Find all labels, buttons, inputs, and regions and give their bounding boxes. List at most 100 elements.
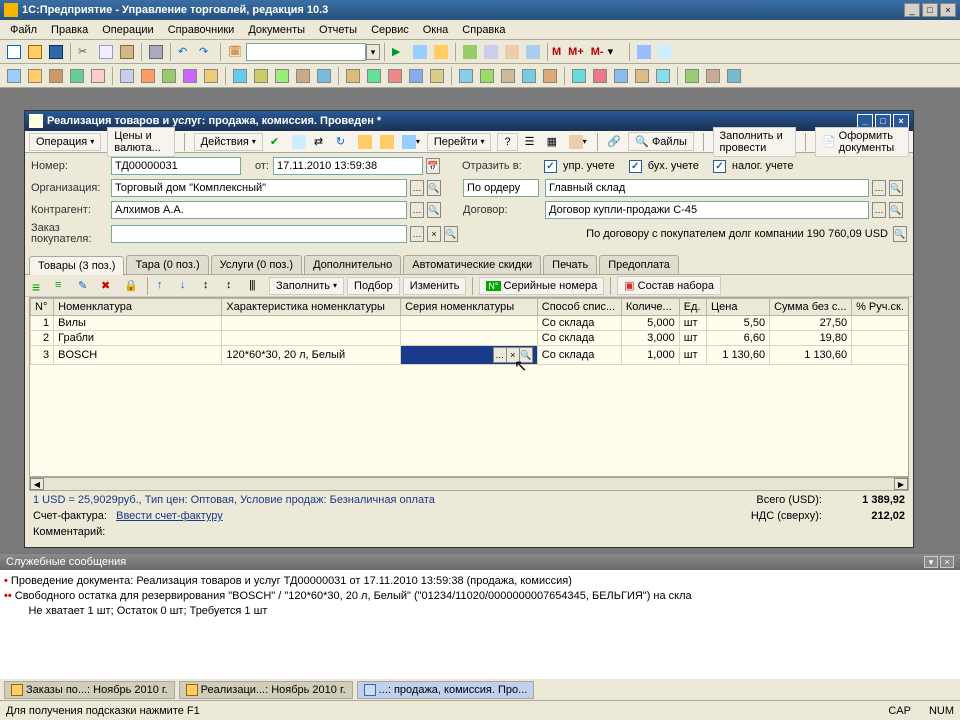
tool6-icon[interactable]: [481, 42, 501, 62]
bo-search-icon[interactable]: 🔍: [444, 226, 458, 242]
format-documents-button[interactable]: 📄Оформить документы: [815, 127, 909, 157]
m-plus[interactable]: М+: [568, 46, 584, 58]
buyer-order-field[interactable]: [111, 225, 407, 243]
serial-button[interactable]: N°Серийные номера: [479, 277, 604, 295]
tab-discounts[interactable]: Автоматические скидки: [403, 255, 541, 274]
price-cell[interactable]: 6,60: [707, 331, 770, 346]
tool2-11-icon[interactable]: [251, 66, 271, 86]
tool2-16-icon[interactable]: [364, 66, 384, 86]
down-icon[interactable]: ↓: [177, 276, 197, 296]
report-icon[interactable]: [357, 132, 373, 152]
tab-additional[interactable]: Дополнительно: [304, 255, 401, 274]
print-icon[interactable]: [146, 42, 166, 62]
tool2-4-icon[interactable]: [88, 66, 108, 86]
tool2-2-icon[interactable]: [46, 66, 66, 86]
calc-icon[interactable]: [410, 42, 430, 62]
list-icon[interactable]: ☰: [524, 132, 540, 152]
sort2-icon[interactable]: ↕: [223, 276, 243, 296]
run-icon[interactable]: ▶: [389, 42, 409, 62]
checkbox-mgmt[interactable]: ✓: [544, 160, 557, 173]
task-document[interactable]: ...: продажа, комиссия. Про...: [357, 681, 535, 699]
messages-body[interactable]: Проведение документа: Реализация товаров…: [0, 570, 960, 678]
tab-print[interactable]: Печать: [543, 255, 597, 274]
m-minus[interactable]: М-: [591, 46, 604, 58]
method-cell[interactable]: Со склада: [537, 331, 621, 346]
series-clear-icon[interactable]: ×: [506, 347, 520, 363]
tool2-9-icon[interactable]: [201, 66, 221, 86]
checkbox-acct[interactable]: ✓: [629, 160, 642, 173]
pick-button[interactable]: Подбор: [347, 277, 400, 295]
calendar-icon[interactable]: [431, 42, 451, 62]
tool2-14-icon[interactable]: [314, 66, 334, 86]
tool2-25-icon[interactable]: [569, 66, 589, 86]
grid-icon[interactable]: ▦: [546, 132, 562, 152]
nav-icon[interactable]: ⇄: [313, 132, 329, 152]
tool2-22-icon[interactable]: [498, 66, 518, 86]
prices-currency-button[interactable]: Цены и валюта...: [107, 127, 175, 157]
tab-goods[interactable]: Товары (3 поз.): [29, 256, 124, 275]
tab-tare[interactable]: Тара (0 поз.): [126, 255, 208, 274]
tool2-21-icon[interactable]: [477, 66, 497, 86]
find-icon[interactable]: 🗓: [225, 42, 245, 62]
menu-service[interactable]: Сервис: [365, 22, 415, 38]
menu-reports[interactable]: Отчеты: [313, 22, 363, 38]
series-select-icon[interactable]: …: [493, 347, 507, 363]
method-cell[interactable]: Со склада: [537, 346, 621, 365]
nomenclature-cell[interactable]: BOSCH: [54, 346, 222, 365]
tool2-18-icon[interactable]: [406, 66, 426, 86]
menu-operations[interactable]: Операции: [96, 22, 159, 38]
tool2-24-icon[interactable]: [540, 66, 560, 86]
characteristic-cell[interactable]: [222, 331, 401, 346]
dropdown-icon[interactable]: ▾: [605, 42, 625, 62]
tool2-27-icon[interactable]: [611, 66, 631, 86]
discount-cell[interactable]: [852, 346, 909, 365]
tool2-7-icon[interactable]: [159, 66, 179, 86]
tool2-15-icon[interactable]: [343, 66, 363, 86]
org-select-icon[interactable]: …: [410, 180, 424, 196]
save-doc-icon[interactable]: [291, 132, 307, 152]
cut-icon[interactable]: ✂: [75, 42, 95, 62]
goto-button[interactable]: Перейти: [427, 133, 492, 151]
tool2-29-icon[interactable]: [653, 66, 673, 86]
delete-row-icon[interactable]: ✖: [98, 276, 118, 296]
date-picker-icon[interactable]: 📅: [426, 158, 440, 174]
kit-button[interactable]: ▣Состав набора: [617, 276, 721, 295]
add-row-icon[interactable]: ≡: [29, 276, 49, 296]
contract-field[interactable]: Договор купли-продажи С-45: [545, 201, 869, 219]
discount-cell[interactable]: [852, 331, 909, 346]
ct-select-icon[interactable]: …: [872, 202, 886, 218]
series-search-icon[interactable]: 🔍: [519, 347, 533, 363]
minimize-button[interactable]: _: [904, 3, 920, 17]
m-label[interactable]: М: [552, 46, 561, 58]
tool2-12-icon[interactable]: [272, 66, 292, 86]
tool2-5-icon[interactable]: [117, 66, 137, 86]
save-icon[interactable]: [46, 42, 66, 62]
tool2-30-icon[interactable]: [682, 66, 702, 86]
tool2-8-icon[interactable]: [180, 66, 200, 86]
series-cell[interactable]: [401, 331, 538, 346]
discount-cell[interactable]: [852, 316, 909, 331]
search-drop-icon[interactable]: ▾: [366, 44, 380, 60]
ca-select-icon[interactable]: …: [410, 202, 424, 218]
search-combo[interactable]: [246, 43, 366, 61]
files-button[interactable]: 🔍Файлы: [628, 132, 694, 151]
report2-icon[interactable]: [379, 132, 395, 152]
operation-button[interactable]: Операция: [29, 133, 101, 151]
debt-search-icon[interactable]: 🔍: [893, 226, 907, 242]
sum-cell[interactable]: 27,50: [770, 316, 852, 331]
actions-button[interactable]: Действия: [194, 133, 263, 151]
msg-min-button[interactable]: ▾: [924, 556, 938, 568]
grid-scrollbar[interactable]: ◀ ▶: [29, 477, 909, 491]
scroll-right-icon[interactable]: ▶: [894, 478, 908, 490]
tool2-0-icon[interactable]: [4, 66, 24, 86]
open-icon[interactable]: [25, 42, 45, 62]
menu-edit[interactable]: Правка: [45, 22, 94, 38]
nomenclature-cell[interactable]: Вилы: [54, 316, 222, 331]
qty-cell[interactable]: 5,000: [621, 316, 679, 331]
tool2-31-icon[interactable]: [703, 66, 723, 86]
sort1-icon[interactable]: ↕: [200, 276, 220, 296]
attach-icon[interactable]: 🔗: [606, 132, 622, 152]
bo-select-icon[interactable]: …: [410, 226, 424, 242]
menu-file[interactable]: Файл: [4, 22, 43, 38]
undo-icon[interactable]: ↶: [175, 42, 195, 62]
